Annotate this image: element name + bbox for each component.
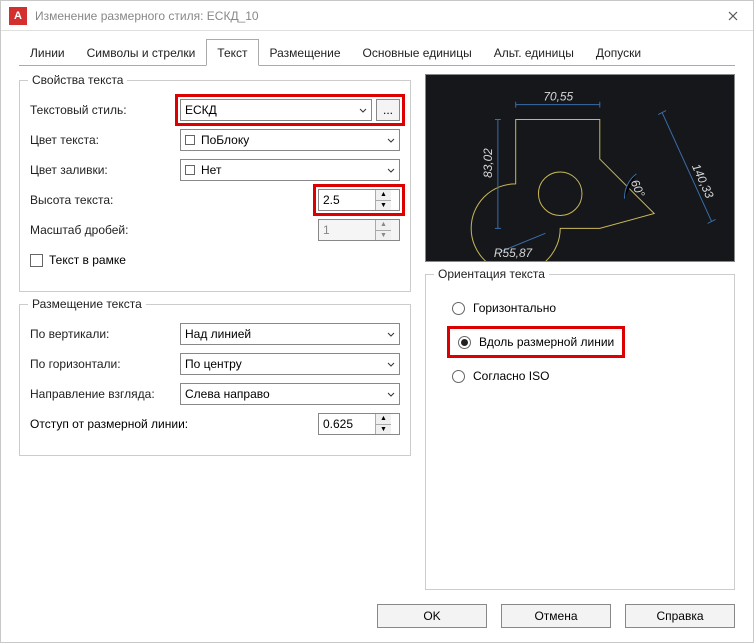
checkbox-text-frame-label: Текст в рамке [49, 253, 126, 267]
label-text-style: Текстовый стиль: [30, 103, 180, 117]
chevron-down-icon [387, 327, 395, 341]
close-button[interactable] [713, 1, 753, 31]
checkbox-box-icon [30, 254, 43, 267]
cancel-button[interactable]: Отмена [501, 604, 611, 628]
combo-text-color-value: ПоБлоку [201, 133, 249, 147]
radio-icon [458, 336, 471, 349]
radio-iso-label: Согласно ISO [473, 369, 549, 383]
combo-fill-color-value: Нет [201, 163, 221, 177]
tab-primary-units[interactable]: Основные единицы [352, 39, 483, 66]
radio-icon [452, 370, 465, 383]
radio-icon [452, 302, 465, 315]
label-frac-scale: Масштаб дробей: [30, 223, 180, 237]
radio-aligned[interactable]: Вдоль размерной линии [458, 335, 614, 349]
spinner-buttons[interactable]: ▲▼ [375, 190, 391, 210]
svg-text:70,55: 70,55 [543, 90, 573, 104]
checkbox-text-frame[interactable]: Текст в рамке [30, 253, 126, 267]
tab-symbols[interactable]: Символы и стрелки [76, 39, 207, 66]
input-text-height[interactable] [319, 190, 375, 210]
chevron-down-icon [359, 103, 367, 117]
radio-iso[interactable]: Согласно ISO [452, 369, 724, 383]
tab-lines[interactable]: Линии [19, 39, 76, 66]
tab-tolerances[interactable]: Допуски [585, 39, 652, 66]
svg-text:60°: 60° [628, 177, 648, 199]
radio-horizontal[interactable]: Горизонтально [452, 301, 724, 315]
app-icon: A [9, 7, 27, 25]
radio-horizontal-label: Горизонтально [473, 301, 556, 315]
label-horizontal: По горизонтали: [30, 357, 180, 371]
combo-text-style[interactable]: ЕСКД [180, 99, 372, 121]
color-swatch-icon [185, 165, 195, 175]
combo-text-style-value: ЕСКД [185, 103, 217, 117]
tab-text[interactable]: Текст [206, 39, 258, 66]
combo-horizontal-value: По центру [185, 357, 242, 371]
preview-drawing-icon: 70,55 83,02 140,33 R55,87 60° [426, 75, 734, 261]
chevron-down-icon [387, 357, 395, 371]
combo-horizontal[interactable]: По центру [180, 353, 400, 375]
svg-text:R55,87: R55,87 [494, 246, 533, 260]
dialog-window: A Изменение размерного стиля: ЕСКД_10 Ли… [0, 0, 754, 643]
dialog-footer: OK Отмена Справка [1, 590, 753, 642]
combo-vertical-value: Над линией [185, 327, 251, 341]
ok-button[interactable]: OK [377, 604, 487, 628]
legend-text-props: Свойства текста [28, 73, 127, 87]
right-column: 70,55 83,02 140,33 R55,87 60° Ориентация… [425, 74, 735, 590]
input-offset[interactable] [319, 414, 375, 434]
group-text-orientation: Ориентация текста Горизонтально Вдоль ра… [425, 274, 735, 590]
tab-fit[interactable]: Размещение [259, 39, 352, 66]
combo-text-color[interactable]: ПоБлоку [180, 129, 400, 151]
legend-orientation: Ориентация текста [434, 267, 549, 281]
label-view-direction: Направление взгляда: [30, 387, 180, 401]
chevron-down-icon [387, 133, 395, 147]
combo-vertical[interactable]: Над линией [180, 323, 400, 345]
group-text-properties: Свойства текста Текстовый стиль: ЕСКД ..… [19, 80, 411, 292]
help-button[interactable]: Справка [625, 604, 735, 628]
spinner-buttons: ▲▼ [375, 220, 391, 240]
label-fill-color: Цвет заливки: [30, 163, 180, 177]
chevron-down-icon [387, 163, 395, 177]
combo-view-direction[interactable]: Слева направо [180, 383, 400, 405]
group-text-placement: Размещение текста По вертикали: Над лини… [19, 304, 411, 456]
color-swatch-icon [185, 135, 195, 145]
combo-view-direction-value: Слева направо [185, 387, 270, 401]
spinner-offset[interactable]: ▲▼ [318, 413, 400, 435]
label-offset: Отступ от размерной линии: [30, 417, 318, 431]
radio-aligned-label: Вдоль размерной линии [479, 335, 614, 349]
legend-placement: Размещение текста [28, 297, 146, 311]
dimension-preview: 70,55 83,02 140,33 R55,87 60° [425, 74, 735, 262]
label-vertical: По вертикали: [30, 327, 180, 341]
tab-alt-units[interactable]: Альт. единицы [483, 39, 585, 66]
tab-body: Свойства текста Текстовый стиль: ЕСКД ..… [19, 66, 735, 590]
label-text-color: Цвет текста: [30, 133, 180, 147]
label-text-height: Высота текста: [30, 193, 180, 207]
content-area: Линии Символы и стрелки Текст Размещение… [1, 31, 753, 590]
left-column: Свойства текста Текстовый стиль: ЕСКД ..… [19, 74, 411, 590]
window-title: Изменение размерного стиля: ЕСКД_10 [35, 9, 713, 23]
input-frac-scale [319, 220, 375, 240]
titlebar: A Изменение размерного стиля: ЕСКД_10 [1, 1, 753, 31]
spinner-text-height[interactable]: ▲▼ [318, 189, 400, 211]
spinner-frac-scale: ▲▼ [318, 219, 400, 241]
text-style-browse-button[interactable]: ... [376, 99, 400, 121]
combo-fill-color[interactable]: Нет [180, 159, 400, 181]
chevron-down-icon [387, 387, 395, 401]
close-icon [728, 11, 738, 21]
svg-text:83,02: 83,02 [481, 148, 495, 178]
tab-strip: Линии Символы и стрелки Текст Размещение… [19, 39, 735, 66]
spinner-buttons[interactable]: ▲▼ [375, 414, 391, 434]
